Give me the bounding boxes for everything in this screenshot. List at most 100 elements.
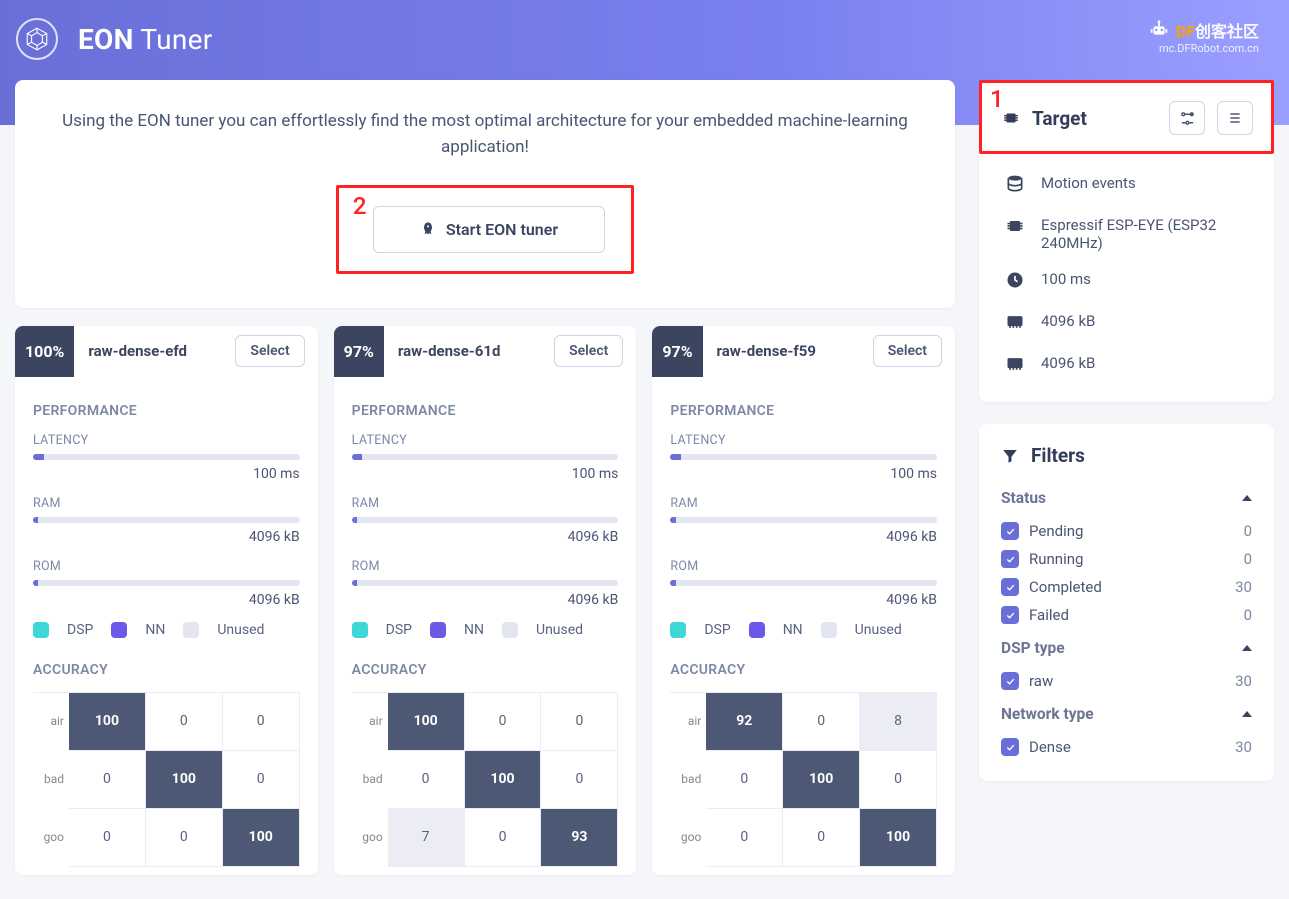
ram-value: 4096 kB bbox=[352, 529, 619, 545]
latency-bar bbox=[670, 454, 937, 460]
legend-dsp: DSP bbox=[704, 622, 730, 638]
legend-dsp: DSP bbox=[67, 622, 93, 638]
chip-icon bbox=[1005, 216, 1025, 240]
cm-cell: 0 bbox=[541, 693, 618, 751]
legend: DSP NN Unused bbox=[352, 622, 619, 638]
unused-swatch bbox=[183, 622, 199, 638]
filters-title: Filters bbox=[1031, 444, 1085, 467]
ram-bar bbox=[670, 517, 937, 523]
cm-row-header: goo bbox=[352, 809, 388, 867]
target-item-text: 4096 kB bbox=[1041, 354, 1095, 372]
cm-cell: 92 bbox=[706, 693, 783, 751]
checkbox-checked-icon[interactable] bbox=[1001, 672, 1019, 690]
filter-row[interactable]: Pending 0 bbox=[1001, 517, 1252, 545]
select-model-button[interactable]: Select bbox=[873, 335, 942, 367]
score-badge: 97% bbox=[334, 326, 384, 377]
confusion-matrix: air9208bad01000goo00100 bbox=[670, 692, 937, 867]
model-name: raw-dense-efd bbox=[88, 342, 221, 360]
clock-icon bbox=[1005, 270, 1025, 294]
nn-swatch bbox=[430, 622, 446, 638]
nn-swatch bbox=[111, 622, 127, 638]
cm-row-header: bad bbox=[33, 751, 69, 809]
rom-label: ROM bbox=[352, 559, 619, 574]
cm-cell: 100 bbox=[146, 751, 223, 809]
cm-cell: 100 bbox=[388, 693, 465, 751]
cm-row-header: air bbox=[352, 693, 388, 751]
intro-text: Using the EON tuner you can effortlessly… bbox=[55, 108, 915, 161]
rom-label: ROM bbox=[670, 559, 937, 574]
ram-value: 4096 kB bbox=[33, 529, 300, 545]
model-card: 100% raw-dense-efd Select PERFORMANCE LA… bbox=[15, 326, 318, 875]
unused-swatch bbox=[821, 622, 837, 638]
filter-count: 30 bbox=[1235, 578, 1252, 596]
checkbox-checked-icon[interactable] bbox=[1001, 578, 1019, 596]
annotation-label-1: 1 bbox=[990, 85, 1004, 113]
legend-nn: NN bbox=[145, 622, 165, 638]
legend-unused: Unused bbox=[217, 622, 264, 638]
filter-group-name: Status bbox=[1001, 489, 1046, 507]
dsp-swatch bbox=[670, 622, 686, 638]
checkbox-checked-icon[interactable] bbox=[1001, 522, 1019, 540]
checkbox-checked-icon[interactable] bbox=[1001, 606, 1019, 624]
filter-group-header[interactable]: Network type bbox=[1001, 705, 1252, 723]
cm-cell: 8 bbox=[860, 693, 937, 751]
accuracy-title: ACCURACY bbox=[352, 662, 619, 678]
confusion-matrix: air10000bad01000goo7093 bbox=[352, 692, 619, 867]
mem-icon bbox=[1005, 312, 1025, 336]
filter-row[interactable]: Completed 30 bbox=[1001, 573, 1252, 601]
cm-row-header: bad bbox=[670, 751, 706, 809]
cm-cell: 0 bbox=[706, 751, 783, 809]
legend-nn: NN bbox=[783, 622, 803, 638]
filter-label: Completed bbox=[1029, 578, 1102, 596]
filter-group-header[interactable]: DSP type bbox=[1001, 639, 1252, 657]
checkbox-checked-icon[interactable] bbox=[1001, 738, 1019, 756]
target-settings-button[interactable] bbox=[1169, 101, 1205, 135]
watermark: DF创客社区 mc.DFRobot.com.cn bbox=[1148, 18, 1259, 55]
ram-bar bbox=[33, 517, 300, 523]
filter-icon bbox=[1001, 447, 1019, 465]
performance-title: PERFORMANCE bbox=[33, 403, 300, 419]
chip-icon bbox=[1002, 109, 1020, 127]
cm-cell: 100 bbox=[223, 809, 300, 867]
dsp-swatch bbox=[33, 622, 49, 638]
confusion-matrix: air10000bad01000goo00100 bbox=[33, 692, 300, 867]
ram-value: 4096 kB bbox=[670, 529, 937, 545]
rom-value: 4096 kB bbox=[352, 592, 619, 608]
accuracy-title: ACCURACY bbox=[33, 662, 300, 678]
model-name: raw-dense-f59 bbox=[717, 342, 859, 360]
rom-value: 4096 kB bbox=[33, 592, 300, 608]
filter-row[interactable]: Running 0 bbox=[1001, 545, 1252, 573]
legend-dsp: DSP bbox=[386, 622, 412, 638]
score-badge: 100% bbox=[15, 326, 74, 377]
cm-cell: 0 bbox=[223, 751, 300, 809]
filter-row[interactable]: Dense 30 bbox=[1001, 733, 1252, 761]
start-eon-tuner-button[interactable]: Start EON tuner bbox=[373, 206, 605, 253]
cm-cell: 0 bbox=[783, 693, 860, 751]
filter-row[interactable]: raw 30 bbox=[1001, 667, 1252, 695]
filter-row[interactable]: Failed 0 bbox=[1001, 601, 1252, 629]
ram-label: RAM bbox=[33, 496, 300, 511]
latency-label: LATENCY bbox=[33, 433, 300, 448]
filter-group-header[interactable]: Status bbox=[1001, 489, 1252, 507]
rom-label: ROM bbox=[33, 559, 300, 574]
select-model-button[interactable]: Select bbox=[554, 335, 623, 367]
select-model-button[interactable]: Select bbox=[235, 335, 304, 367]
caret-up-icon bbox=[1242, 495, 1252, 501]
legend-unused: Unused bbox=[536, 622, 583, 638]
filter-group-name: Network type bbox=[1001, 705, 1094, 723]
cm-cell: 93 bbox=[541, 809, 618, 867]
cm-row-header: air bbox=[33, 693, 69, 751]
score-badge: 97% bbox=[652, 326, 702, 377]
cm-cell: 0 bbox=[146, 693, 223, 751]
cm-row-header: bad bbox=[352, 751, 388, 809]
cm-cell: 0 bbox=[388, 751, 465, 809]
checkbox-checked-icon[interactable] bbox=[1001, 550, 1019, 568]
cm-cell: 7 bbox=[388, 809, 465, 867]
cm-row-header: goo bbox=[33, 809, 69, 867]
rom-value: 4096 kB bbox=[670, 592, 937, 608]
nn-swatch bbox=[749, 622, 765, 638]
target-list-button[interactable] bbox=[1217, 101, 1253, 135]
intro-card: Using the EON tuner you can effortlessly… bbox=[15, 80, 955, 308]
cm-cell: 0 bbox=[465, 809, 542, 867]
latency-bar bbox=[33, 454, 300, 460]
